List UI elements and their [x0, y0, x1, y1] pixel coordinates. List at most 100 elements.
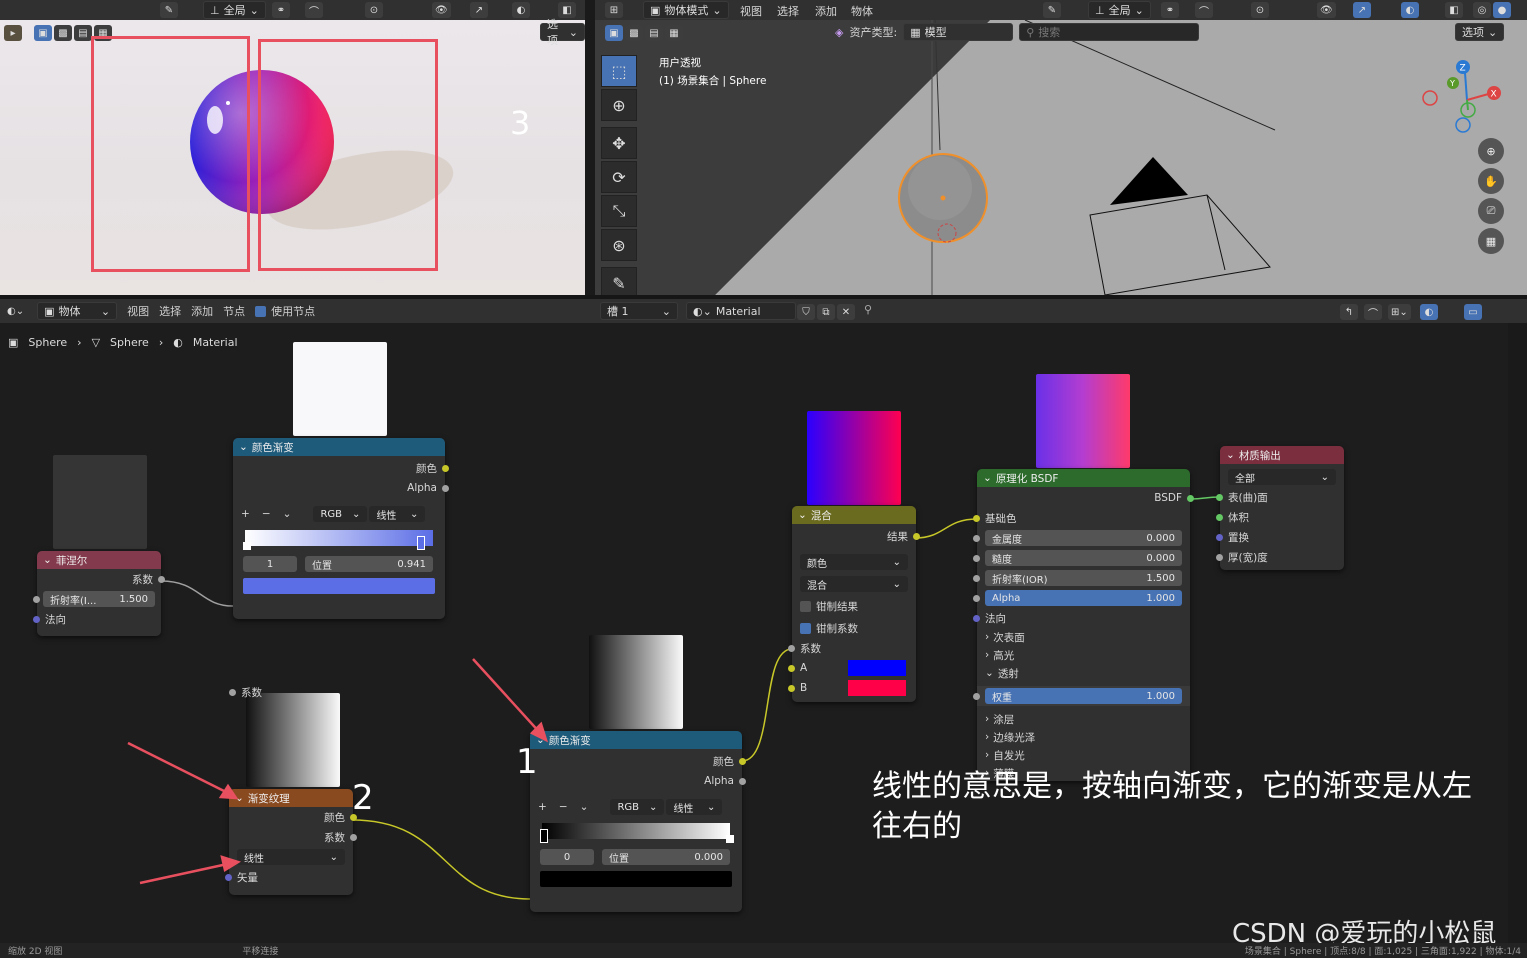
viewport-info: 用户透视 (1) 场景集合 | Sphere [659, 54, 766, 90]
visibility-icon[interactable]: 👁 [1317, 2, 1336, 18]
material-icon: ◐⌄ [693, 304, 712, 318]
chevron-down-icon: ⌄ [712, 3, 722, 17]
asset-type-dropdown[interactable]: ▦ 模型 [903, 23, 1014, 41]
asset-type-label: 资产类型: [849, 26, 898, 39]
snap-target-icon[interactable]: ⊞⌄ [1388, 304, 1411, 320]
slot-dropdown[interactable]: 槽 1 ⌄ [600, 302, 678, 320]
pan-hand-icon[interactable]: ✋ [1478, 168, 1504, 194]
3d-viewport[interactable]: ⊞ ▣ 物体模式 ⌄ 视图 选择 添加 物体 ✎ ⊥ 全局 ⌄ ⚭ ⌒ ⊙ 👁 ↗ ◐ … [595, 0, 1527, 295]
search-placeholder: 搜索 [1038, 26, 1061, 39]
snap-icon[interactable]: ⌒ [305, 2, 323, 18]
scale-tool-icon[interactable]: ⤡ [601, 195, 637, 227]
menu-select[interactable]: 选择 [159, 303, 181, 319]
fake-user-icon[interactable]: ⛉ [797, 304, 815, 320]
transform-tool-icon[interactable]: ⊛ [601, 229, 637, 261]
annotation-number-1: 1 [516, 742, 538, 782]
gizmo-y-label: Y [1449, 79, 1455, 88]
duplicate-icon[interactable]: ⧉ [817, 304, 835, 320]
select-invert-icon[interactable]: ▦ [665, 25, 683, 41]
proportional-icon[interactable]: ⊙ [365, 2, 383, 18]
snap-icon[interactable]: ⌒ [1364, 304, 1382, 320]
pivot-icon[interactable]: ⚭ [272, 2, 290, 18]
menu-select[interactable]: 选择 [777, 3, 799, 19]
view-name: 用户透视 [659, 57, 701, 69]
gizmo-icon[interactable]: ↗ [1353, 2, 1371, 18]
annotation-note: 线性的意思是，按轴向渐变，它的渐变是从左往右的 [872, 769, 1472, 844]
annotation-box-left [91, 36, 250, 272]
xray-icon[interactable]: ◧ [1445, 2, 1463, 18]
select-extend-icon[interactable]: ▩ [625, 25, 643, 41]
viewport-header: ⊞ ▣ 物体模式 ⌄ 视图 选择 添加 物体 ✎ ⊥ 全局 ⌄ ⚭ ⌒ ⊙ 👁 ↗ ◐ … [595, 0, 1527, 20]
transform-orientation-dropdown[interactable]: ⊥ 全局 ⌄ [203, 1, 266, 19]
asset-search-input[interactable]: ⚲ 搜索 [1019, 23, 1200, 41]
use-nodes-checkbox[interactable]: 使用节点 [255, 303, 315, 319]
eyedropper-icon[interactable]: ✎ [1043, 2, 1061, 18]
chevron-down-icon: ⌄ [1134, 3, 1144, 17]
annotate-tool-icon[interactable]: ✎ [601, 267, 637, 295]
grid-perspective-icon[interactable]: ▦ [1478, 228, 1504, 254]
proportional-icon[interactable]: ⊙ [1251, 2, 1269, 18]
menu-node[interactable]: 节点 [223, 303, 245, 319]
slot-label: 槽 1 [607, 305, 629, 318]
global-label: 全局 [223, 4, 246, 17]
annotation-number-3: 3 [510, 104, 531, 142]
area-divider[interactable] [585, 0, 595, 295]
material-selector[interactable]: ◐⌄ Material [686, 302, 796, 320]
annotation-arrows [127, 658, 549, 885]
menu-add[interactable]: 添加 [815, 3, 837, 19]
object-mode-icon: ▣ [650, 3, 661, 17]
editor-type-icon[interactable]: ⊞ [605, 2, 623, 18]
zoom-icon[interactable]: ⊕ [1478, 138, 1504, 164]
pivot-icon[interactable]: ⚭ [1161, 2, 1179, 18]
parent-icon[interactable]: ↰ [1340, 304, 1358, 320]
overlay-icon[interactable]: ◐ [512, 2, 530, 18]
checkbox-checked-icon [255, 305, 267, 317]
use-nodes-label: 使用节点 [271, 305, 316, 318]
sidebar-tabs[interactable] [1508, 323, 1527, 943]
asset-browser-bar: ◈ 资产类型: ▦ 模型 ⚲ 搜索 [835, 23, 1200, 41]
menu-object[interactable]: 物体 [851, 3, 873, 19]
menu-view[interactable]: 视图 [740, 3, 762, 19]
viewport-options-button[interactable]: 选项 ⌄ [1455, 23, 1505, 41]
gizmo-z-label: Z [1460, 64, 1466, 74]
menu-view[interactable]: 视图 [127, 303, 149, 319]
visibility-icon[interactable]: 👁 [432, 2, 451, 18]
snap-icon[interactable]: ⌒ [1195, 2, 1213, 18]
object-mode-label: 物体模式 [664, 4, 709, 17]
chevron-down-icon: ⌄ [661, 304, 671, 318]
object-icon: ▣ [44, 304, 55, 318]
toolbar: ⬚ ⊕ ✥ ⟳ ⤡ ⊛ ✎ [601, 55, 639, 295]
rotate-tool-icon[interactable]: ⟳ [601, 161, 637, 193]
chevron-down-icon: ⌄ [1488, 25, 1498, 39]
move-tool-icon[interactable]: ✥ [601, 127, 637, 159]
overlay-icon[interactable]: ◐ [1401, 2, 1419, 18]
shading-solid-icon[interactable]: ● [1493, 2, 1511, 18]
camera-icon[interactable]: ⎚ [1478, 198, 1504, 224]
object-mode-dropdown[interactable]: ▣ 物体模式 ⌄ [643, 1, 729, 19]
render-viewport[interactable]: ✎ ⊥ 全局 ⌄ ⚭ ⌒ ⊙ 👁 ↗ ◐ ◧ ▸ ▣ ▩ ▤ ▦ 选项 ⌄ 3 [0, 0, 585, 295]
backdrop-icon[interactable]: ▭ [1464, 304, 1482, 320]
gizmo-icon[interactable]: ↗ [470, 2, 488, 18]
annotation-number-2: 2 [352, 778, 374, 818]
shading-wire-icon[interactable]: ◎ [1473, 2, 1491, 18]
cursor-tool-icon[interactable]: ⊕ [601, 89, 637, 121]
global-label: 全局 [1108, 4, 1131, 17]
options-label: 选项 [1462, 26, 1484, 39]
asset-type-value: 模型 [924, 26, 947, 39]
select-tool-icon[interactable]: ⬚ [601, 55, 637, 87]
close-icon[interactable]: ✕ [837, 304, 855, 320]
menu-add[interactable]: 添加 [191, 303, 213, 319]
pin-icon[interactable]: ⚲ [864, 303, 872, 316]
eyedropper-icon[interactable]: ✎ [160, 2, 178, 18]
status-hint-left: 缩放 2D 视图 [8, 947, 63, 957]
select-new-icon[interactable]: ▣ [605, 25, 623, 41]
overlay-icon[interactable]: ◐ [1420, 304, 1438, 320]
editor-type-icon[interactable]: ◐⌄ [4, 303, 27, 319]
scene-stats: 场景集合 | Sphere | 顶点:8/8 | 面:1,025 | 三角面:1… [1244, 947, 1521, 957]
select-subtract-icon[interactable]: ▤ [645, 25, 663, 41]
annotation-box-right [258, 39, 438, 271]
transform-orientation-dropdown[interactable]: ⊥ 全局 ⌄ [1088, 1, 1151, 19]
object-type-dropdown[interactable]: ▣ 物体 ⌄ [37, 302, 118, 320]
material-name: Material [715, 304, 761, 318]
navigation-gizmo[interactable]: Z X Y [1410, 55, 1505, 140]
